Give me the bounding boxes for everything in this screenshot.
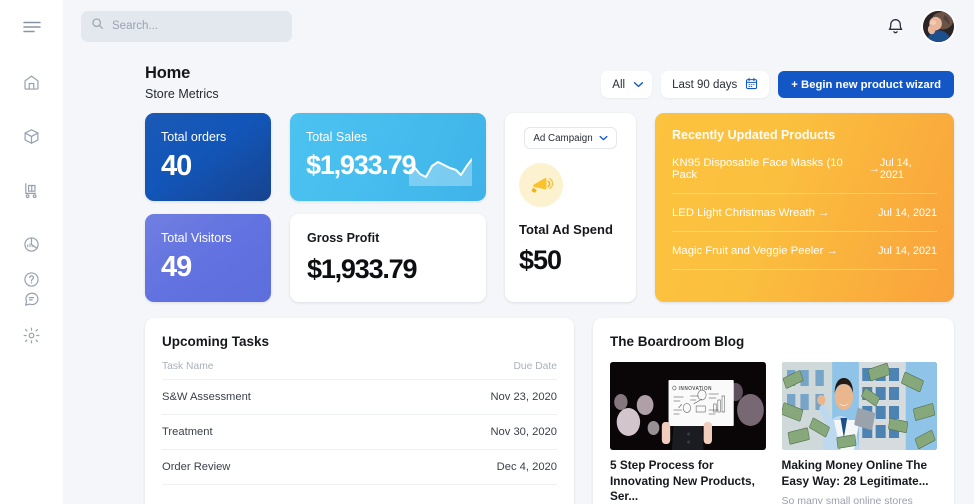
calendar-icon [745,77,758,93]
sparkline-chart [408,157,473,186]
table-header-row: Task Name Due Date [162,361,557,380]
recently-updated-title: Recently Updated Products [672,128,836,142]
metrics-grid: Total orders 40 Total Visitors 49 Total … [63,101,974,302]
total-visitors-value: 49 [161,251,192,283]
product-date: Jul 14, 2021 [879,157,912,181]
total-visitors-label: Total Visitors [161,231,232,245]
user-avatar[interactable] [923,10,954,42]
ad-campaign-select[interactable]: Ad Campaign [524,127,617,149]
recently-updated-products-card: Recently Updated Products KN95 Disposabl… [655,113,954,302]
total-sales-label: Total Sales [306,130,368,144]
product-date: Jul 14, 2021 [878,245,937,257]
chevron-down-icon [633,79,644,91]
chevron-down-icon [599,133,608,144]
megaphone-icon [519,163,563,207]
tasks-table-head: Task Name Due Date [162,361,557,380]
filter-select[interactable]: All [601,71,653,98]
arrow-right-icon: → [814,207,830,219]
blog-post-excerpt: So many small online stores begin to [781,495,913,504]
task-due-date: Nov 23, 2020 [387,379,557,415]
date-range-picker[interactable]: Last 90 days [661,71,770,98]
sidebar-item-home[interactable] [15,65,49,99]
sidebar-bottom-nav [0,262,63,352]
page-header: Home Store Metrics All Last 90 days + Be… [63,52,974,101]
ad-campaign-card: Ad Campaign Total Ad Spend $50 [505,113,636,302]
product-link[interactable]: LED Light Christmas Wreath [672,207,815,219]
total-visitors-card: Total Visitors 49 [145,214,271,302]
dashboard-app: Home Store Metrics All Last 90 days [0,0,974,504]
task-due-date: Dec 4, 2020 [387,449,557,485]
blog-post-card[interactable]: INNOVATION 5 Step Process for Innovating… [610,362,766,504]
page-title: Home [145,64,191,82]
svg-text:INNOVATION: INNOVATION [679,386,713,393]
blog-post-title: Making Money Online The Easy Way: 28 Leg… [781,458,929,488]
date-range-value: Last 90 days [672,78,738,91]
table-row[interactable]: S&W Assessment Nov 23, 2020 [162,379,557,415]
total-orders-card: Total orders 40 [145,113,271,201]
search-icon [91,17,104,35]
filter-select-value: All [612,78,626,91]
sidebar-item-help[interactable] [15,262,49,296]
ad-campaign-select-value: Ad Campaign [533,132,593,144]
upcoming-tasks-panel: Upcoming Tasks Task Name Due Date S&W As… [145,318,574,504]
arrow-right-icon: → [823,245,838,257]
column-header-task-name: Task Name [162,361,388,380]
header-actions: All Last 90 days + Begin new product wiz… [601,71,954,101]
blog-post-title: 5 Step Process for Innovating New Produc… [610,458,755,504]
hamburger-menu-icon[interactable] [15,10,49,44]
column-header-due-date: Due Date [387,361,557,380]
sidebar-item-products[interactable] [15,119,49,153]
task-name: S&W Assessment [162,379,388,415]
upcoming-tasks-title: Upcoming Tasks [162,334,270,349]
innovation-whiteboard-photo: INNOVATION [610,362,766,450]
product-date: Jul 14, 2021 [878,207,937,219]
boardroom-blog-title: The Boardroom Blog [610,334,745,349]
gross-profit-card: Gross Profit $1,933.79 [290,214,486,302]
sidebar [0,0,63,504]
table-row[interactable]: Order Review Dec 4, 2020 [162,449,557,485]
table-row[interactable]: Treatment Nov 30, 2020 [162,414,557,450]
list-item[interactable]: LED Light Christmas Wreath → Jul 14, 202… [672,194,937,232]
list-item[interactable]: KN95 Disposable Face Masks (10 Pack → Ju… [672,142,937,194]
task-name: Treatment [162,414,388,450]
begin-new-product-wizard-button[interactable]: + Begin new product wizard [778,71,954,98]
sidebar-item-orders[interactable] [15,173,49,207]
topbar [63,0,974,52]
blog-post-card[interactable]: Making Money Online The Easy Way: 28 Leg… [781,362,937,504]
page-subtitle: Store Metrics [145,87,219,101]
page-header-text: Home Store Metrics [145,64,219,101]
main-content: Home Store Metrics All Last 90 days [63,0,974,504]
bottom-row: Upcoming Tasks Task Name Due Date S&W As… [63,302,974,504]
total-orders-value: 40 [161,150,192,182]
sidebar-item-settings[interactable] [15,318,49,352]
recently-updated-list: KN95 Disposable Face Masks (10 Pack → Ju… [672,142,937,270]
task-due-date: Nov 30, 2020 [387,414,557,450]
man-with-falling-money-photo [781,362,937,450]
sidebar-item-analytics[interactable] [15,227,49,261]
metrics-column-mid: Total Sales $1,933.79 Gross Profit $1,93… [290,113,486,302]
total-ad-spend-value: $50 [519,245,562,275]
gross-profit-value: $1,933.79 [307,254,418,284]
list-item[interactable]: Magic Fruit and Veggie Peeler → Jul 14, … [672,232,937,270]
metrics-column-left: Total orders 40 Total Visitors 49 [145,113,271,302]
total-sales-card: Total Sales $1,933.79 [290,113,486,201]
tasks-table-body: S&W Assessment Nov 23, 2020 Treatment No… [162,379,557,485]
search-box[interactable] [81,10,292,42]
task-name: Order Review [162,449,388,485]
bell-icon[interactable] [881,12,909,40]
product-link[interactable]: KN95 Disposable Face Masks (10 Pack [672,157,865,181]
blog-post-grid: INNOVATION 5 Step Process for Innovating… [610,362,937,504]
boardroom-blog-panel: The Boardroom Blog INNOVATION 5 Step Pro… [593,318,954,504]
product-link[interactable]: Magic Fruit and Veggie Peeler [672,245,823,257]
gross-profit-label: Gross Profit [307,231,380,245]
total-ad-spend-label: Total Ad Spend [519,222,613,237]
arrow-right-icon: → [865,163,880,175]
total-orders-label: Total orders [161,130,227,144]
search-input[interactable] [112,20,282,32]
tasks-table: Task Name Due Date S&W Assessment Nov 23… [162,361,557,485]
